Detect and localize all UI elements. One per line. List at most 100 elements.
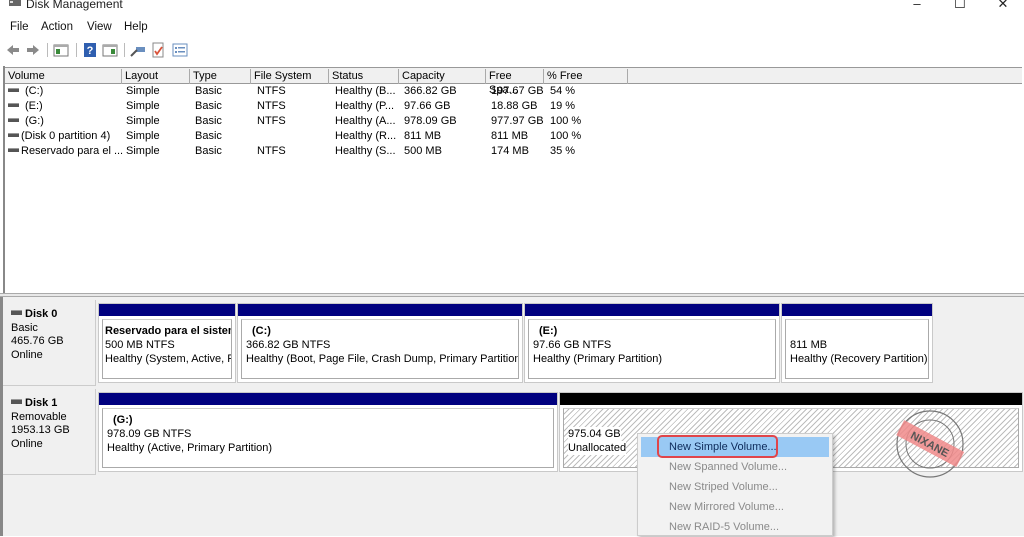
column-header-layout[interactable]: Layout — [122, 69, 190, 84]
percent-free-cell: 35 % — [550, 145, 576, 157]
toolbar-separator — [47, 43, 48, 57]
minimize-button[interactable]: – — [902, 0, 932, 14]
capacity-cell: 978.09 GB — [404, 115, 457, 127]
menu-item-new-striped-volume[interactable]: New Striped Volume... — [641, 477, 829, 497]
capacity-cell: 500 MB — [404, 145, 442, 157]
menu-view[interactable]: View — [87, 21, 112, 33]
volume-cell: Reservado para el ... — [8, 144, 123, 158]
free-space-cell: 977.97 GB — [491, 115, 544, 127]
volume-list[interactable]: Volume Layout Type File System Status Ca… — [3, 66, 1022, 294]
properties-icon[interactable] — [172, 42, 188, 58]
disk-graphical-view: Disk 0 Basic 465.76 GB Online Reservado … — [0, 297, 1024, 536]
free-space-cell: 18.88 GB — [491, 100, 538, 112]
disk-0-label[interactable]: Disk 0 Basic 465.76 GB Online — [3, 300, 96, 386]
percent-free-cell: 54 % — [550, 85, 576, 97]
type-cell: Basic — [195, 115, 222, 127]
volume-name: (Disk 0 partition 4) — [21, 130, 111, 142]
disk-management-icon — [9, 0, 21, 6]
table-row[interactable]: (C:) Simple Basic NTFS Healthy (B... 366… — [5, 84, 1022, 99]
maximize-button[interactable]: ☐ — [945, 0, 975, 14]
drive-icon — [8, 103, 19, 108]
partition-status: Healthy (Primary Partition) — [533, 353, 662, 365]
watermark-stamp-icon: NIXANE — [896, 410, 965, 478]
menu-file[interactable]: File — [10, 21, 29, 33]
checklist-icon[interactable] — [150, 42, 166, 58]
status-cell: Healthy (P... — [335, 100, 395, 112]
column-header-status[interactable]: Status — [329, 69, 399, 84]
close-button[interactable]: ✕ — [988, 0, 1018, 14]
svg-text:?: ? — [87, 45, 94, 57]
partition-recovery[interactable]: 811 MB Healthy (Recovery Partition) — [781, 303, 933, 383]
table-row[interactable]: (G:) Simple Basic NTFS Healthy (A... 978… — [5, 114, 1022, 129]
partition-e[interactable]: (E:) 97.66 GB NTFS Healthy (Primary Part… — [524, 303, 780, 383]
free-space-cell: 174 MB — [491, 145, 529, 157]
layout-cell: Simple — [126, 100, 160, 112]
partition-size: 366.82 GB NTFS — [246, 339, 331, 351]
layout-cell: Simple — [126, 85, 160, 97]
partition-size: 811 MB — [790, 339, 828, 351]
volume-name: (C:) — [25, 85, 44, 97]
partition-g[interactable]: (G:) 978.09 GB NTFS Healthy (Active, Pri… — [98, 392, 558, 472]
status-cell: Healthy (A... — [335, 115, 396, 127]
volume-name: (E:) — [25, 100, 43, 112]
file-system-cell: NTFS — [257, 115, 286, 127]
help-icon[interactable]: ? — [82, 42, 98, 58]
menu-item-new-spanned-volume[interactable]: New Spanned Volume... — [641, 457, 829, 477]
layout-cell: Simple — [126, 130, 160, 142]
partition-status: Healthy (Recovery Partition) — [790, 353, 928, 365]
window-title: Disk Management — [26, 0, 123, 11]
connect-icon[interactable] — [130, 42, 146, 58]
column-header-capacity[interactable]: Capacity — [399, 69, 486, 84]
free-space-cell: 197.67 GB — [491, 85, 544, 97]
table-row[interactable]: (Disk 0 partition 4) Simple Basic Health… — [5, 129, 1022, 144]
partition-name — [790, 324, 928, 338]
capacity-cell: 366.82 GB — [404, 85, 457, 97]
partition-name: (E:) — [539, 325, 558, 337]
status-cell: Healthy (S... — [335, 145, 396, 157]
partition-size: 978.09 GB NTFS — [107, 428, 192, 440]
column-header-volume[interactable]: Volume — [5, 69, 122, 84]
back-arrow-icon[interactable] — [5, 42, 21, 58]
partition-c[interactable]: (C:) 366.82 GB NTFS Healthy (Boot, Page … — [237, 303, 523, 383]
partition-bar — [99, 304, 235, 316]
console-tree-icon[interactable] — [53, 42, 69, 58]
disk-state: Online — [11, 437, 43, 450]
volume-cell: (E:) — [8, 99, 43, 113]
table-row[interactable]: Reservado para el ... Simple Basic NTFS … — [5, 144, 1022, 159]
partition-name: Reservado para el sistem — [105, 325, 232, 337]
column-header-percent-free[interactable]: % Free — [544, 69, 628, 84]
table-row[interactable]: (E:) Simple Basic NTFS Healthy (P... 97.… — [5, 99, 1022, 114]
column-header-file-system[interactable]: File System — [251, 69, 329, 84]
drive-icon — [8, 148, 19, 153]
status-cell: Healthy (B... — [335, 85, 396, 97]
menu-action[interactable]: Action — [41, 21, 73, 33]
menu-item-new-mirrored-volume[interactable]: New Mirrored Volume... — [641, 497, 829, 517]
volume-cell: (G:) — [8, 114, 44, 128]
type-cell: Basic — [195, 85, 222, 97]
menu-help[interactable]: Help — [124, 21, 148, 33]
file-system-cell: NTFS — [257, 100, 286, 112]
partition-name: (G:) — [113, 414, 133, 426]
volume-name: (G:) — [25, 115, 44, 127]
layout-cell: Simple — [126, 145, 160, 157]
disk-name: Disk 0 — [11, 308, 95, 322]
capacity-cell: 97.66 GB — [404, 100, 451, 112]
menu-bar: File Action View Help — [0, 19, 1024, 37]
menu-item-new-raid5-volume[interactable]: New RAID-5 Volume... — [641, 517, 829, 537]
disk-1-label[interactable]: Disk 1 Removable 1953.13 GB Online — [3, 389, 96, 475]
column-header-type[interactable]: Type — [190, 69, 251, 84]
show-pane-icon[interactable] — [102, 42, 118, 58]
title-bar: Disk Management – ☐ ✕ — [0, 0, 1024, 16]
file-system-cell: NTFS — [257, 145, 286, 157]
type-cell: Basic — [195, 145, 222, 157]
percent-free-cell: 19 % — [550, 100, 576, 112]
volume-name: Reservado para el ... — [21, 145, 124, 157]
volume-cell: (C:) — [8, 84, 43, 98]
partition-size: 97.66 GB NTFS — [533, 339, 612, 351]
column-header-free-space[interactable]: Free Spa... — [486, 69, 544, 96]
partition-bar — [99, 393, 557, 405]
forward-arrow-icon[interactable] — [25, 42, 41, 58]
status-cell: Healthy (R... — [335, 130, 397, 142]
partition-system-reserved[interactable]: Reservado para el sistem 500 MB NTFS Hea… — [98, 303, 236, 383]
disk-type: Removable — [11, 410, 67, 423]
